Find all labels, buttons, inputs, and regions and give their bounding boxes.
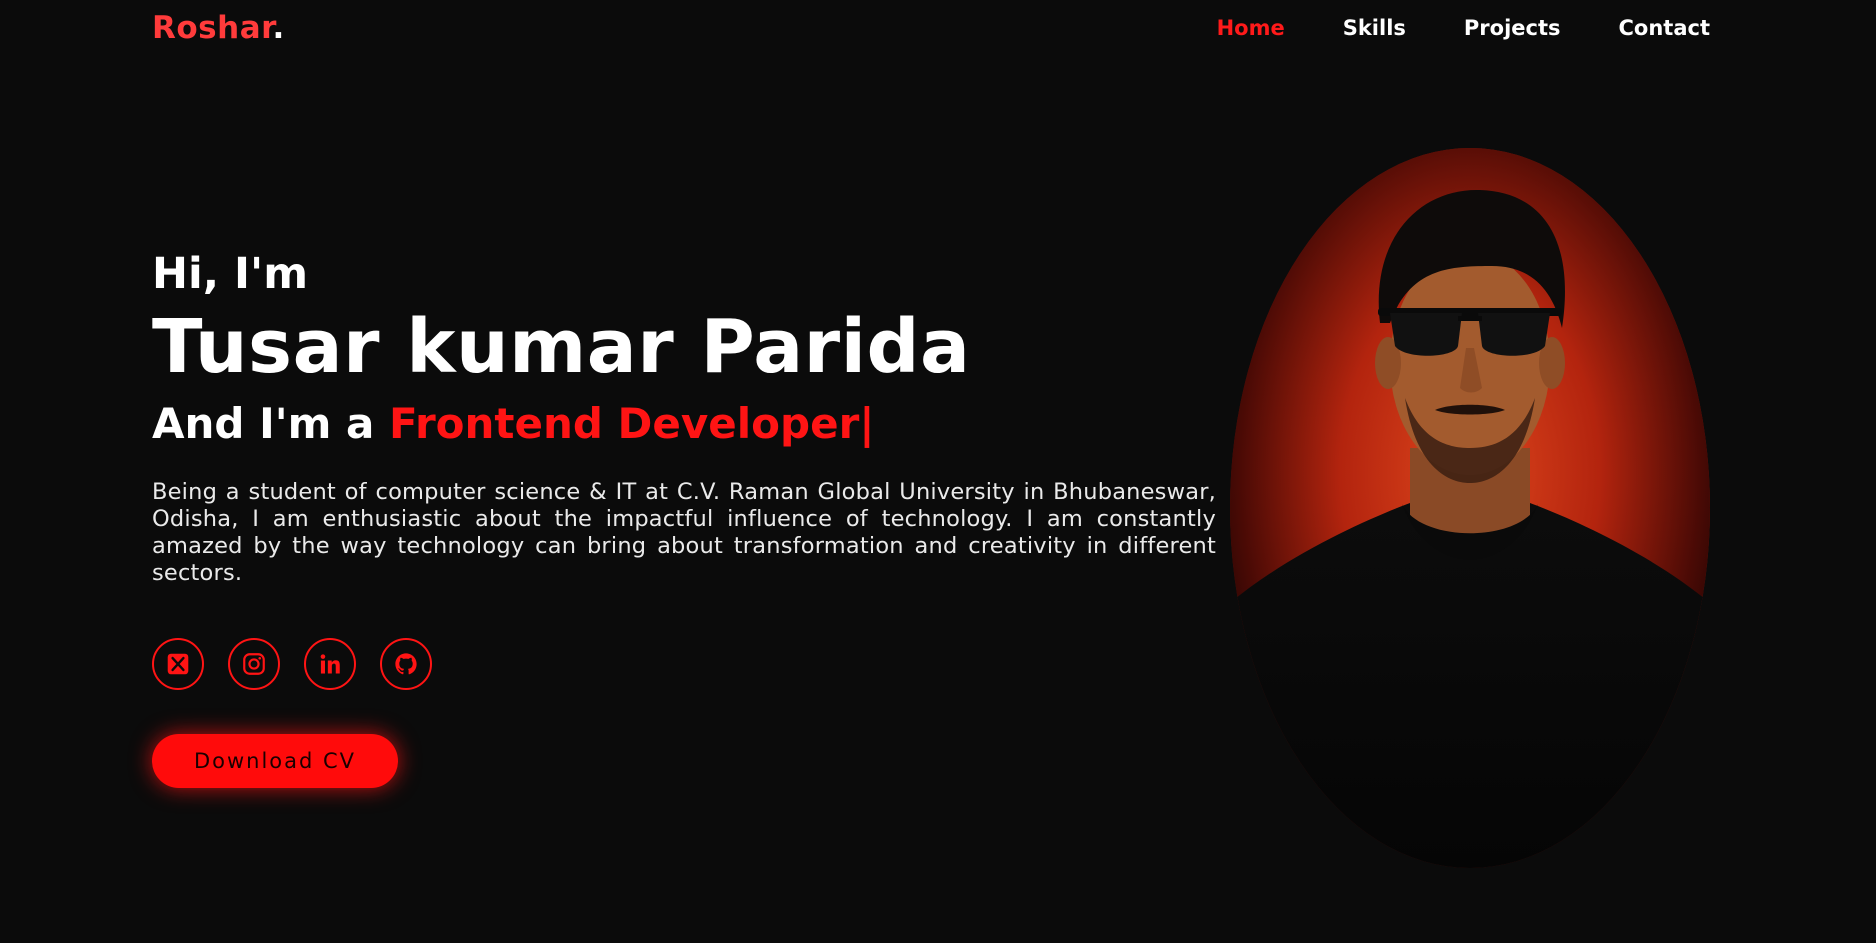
- download-cv-button[interactable]: Download CV: [152, 734, 398, 788]
- x-link[interactable]: [152, 638, 204, 690]
- linkedin-link[interactable]: [304, 638, 356, 690]
- linkedin-icon: [317, 651, 343, 677]
- x-icon: [165, 651, 191, 677]
- greeting: Hi, I'm: [152, 249, 309, 299]
- role-heading: And I'm a Frontend Developer|: [152, 399, 1216, 449]
- logo-dot: .: [272, 10, 285, 46]
- main-nav: Home Skills Projects Contact: [1217, 16, 1710, 40]
- social-links: [152, 638, 432, 690]
- nav-skills[interactable]: Skills: [1343, 16, 1406, 40]
- role-prefix: And I'm a: [152, 398, 389, 448]
- github-link[interactable]: [380, 638, 432, 690]
- hero-name: Tusar kumar Parida: [152, 304, 971, 391]
- nav-contact[interactable]: Contact: [1619, 16, 1711, 40]
- typing-cursor: |: [859, 398, 875, 448]
- profile-photo: [1230, 148, 1710, 868]
- bio-paragraph: Being a student of computer science & IT…: [152, 478, 1216, 586]
- nav-home[interactable]: Home: [1217, 16, 1285, 40]
- nav-projects[interactable]: Projects: [1464, 16, 1561, 40]
- hero-section: Hi, I'm Tusar kumar Parida And I'm a Fro…: [152, 249, 1216, 587]
- logo-name: Roshar: [152, 10, 273, 46]
- logo-link[interactable]: Roshar.: [152, 10, 285, 46]
- role-accent: Frontend Developer: [388, 398, 860, 448]
- site-header: Roshar. Home Skills Projects Contact: [0, 0, 1876, 60]
- github-icon: [393, 651, 419, 677]
- instagram-link[interactable]: [228, 638, 280, 690]
- instagram-icon: [241, 651, 267, 677]
- page: Roshar. Home Skills Projects Contact Hi,…: [0, 0, 1876, 943]
- portrait-illustration: [1230, 148, 1710, 868]
